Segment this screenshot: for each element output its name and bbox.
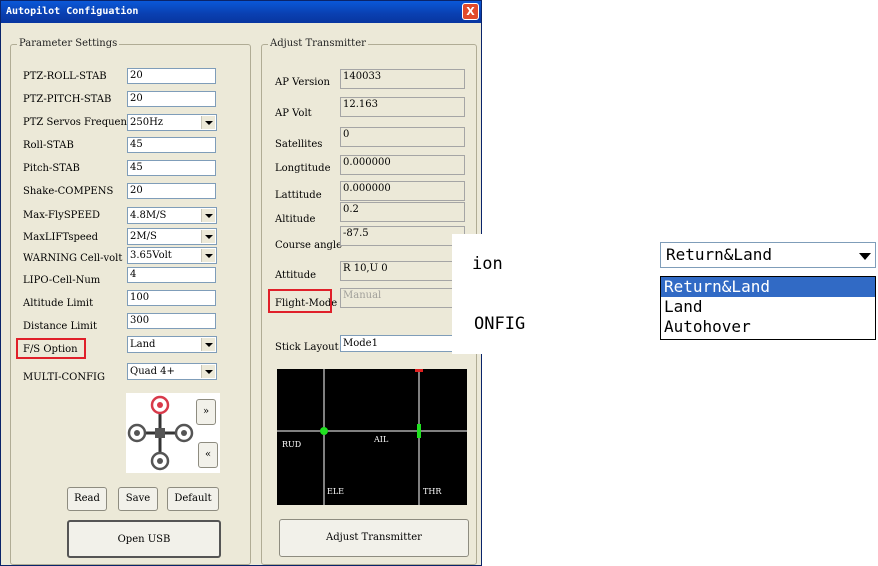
chevron-down-icon[interactable] [201, 365, 215, 378]
stick-crosshairs [277, 369, 467, 505]
autopilot-config-window: Autopilot Configuation X Parameter Setti… [0, 0, 482, 566]
stick-layout-value: Mode1 [343, 338, 378, 349]
left-stick-dot [320, 427, 328, 435]
chevron-down-icon[interactable] [201, 249, 215, 262]
label-longtitude: Longtitude [275, 163, 331, 174]
label-shake-compens: Shake-COMPENS [23, 186, 114, 197]
rud-label: RUD [282, 440, 302, 449]
open-usb-button[interactable]: Open USB [67, 520, 221, 558]
label-satellites: Satellites [275, 139, 323, 150]
label-maxliftspeed: MaxLIFTspeed [23, 232, 99, 243]
ptz-pitch-stab-input[interactable]: 20 [127, 91, 216, 107]
ap-volt-field: 12.163 [340, 97, 465, 117]
longtitude-field: 0.000000 [340, 155, 465, 175]
label-multi-config: MULTI-CONFIG [23, 372, 105, 383]
maxliftspeed-value: 2M/S [130, 231, 157, 242]
label-altitude-limit: Altitude Limit [23, 298, 94, 309]
lattitude-field: 0.000000 [340, 181, 465, 201]
label-max-flyspeed: Max-FlySPEED [23, 210, 101, 221]
next-config-button[interactable]: » [196, 399, 216, 425]
zoom-fs-option-list: Return&Land Land Autohover [660, 276, 876, 340]
label-stick-layout: Stick Layout [275, 342, 339, 353]
ail-label: AIL [374, 435, 389, 444]
roll-stab-input[interactable]: 45 [127, 137, 216, 153]
label-warning-cell-volt: WARNING Cell-volt [23, 253, 123, 264]
distance-limit-input[interactable]: 300 [127, 313, 216, 329]
label-distance-limit: Distance Limit [23, 321, 98, 332]
flight-mode-highlight [268, 289, 332, 313]
label-pitch-stab: Pitch-STAB [23, 163, 80, 174]
title-bar: Autopilot Configuation X [1, 1, 481, 23]
zoom-label-config-fragment: ONFIG [474, 314, 526, 334]
course-angle-field: -87.5 [340, 226, 465, 246]
maxliftspeed-select[interactable]: 2M/S [127, 228, 217, 245]
altitude-field: 0.2 [340, 202, 465, 222]
ptz-roll-stab-input[interactable]: 20 [127, 68, 216, 84]
label-lattitude: Lattitude [275, 190, 322, 201]
right-stick-marker [417, 424, 421, 438]
stick-layout-select[interactable]: Mode1 [340, 335, 468, 352]
window-title: Autopilot Configuation [6, 6, 139, 17]
chevron-down-icon[interactable] [201, 230, 215, 243]
option-return-land[interactable]: Return&Land [661, 277, 875, 297]
thr-label: THR [423, 487, 442, 496]
prev-config-button[interactable]: « [198, 442, 218, 468]
ap-version-field: 140033 [340, 69, 465, 89]
label-course-angle: Course angle [275, 240, 343, 251]
read-button[interactable]: Read [67, 487, 107, 511]
ptz-servos-frequency-value: 250Hz [130, 117, 164, 128]
chevron-down-icon[interactable] [201, 209, 215, 222]
option-autohover[interactable]: Autohover [661, 317, 875, 337]
zoom-fs-option-value: Return&Land [666, 245, 772, 264]
multi-config-select[interactable]: Quad 4+ [127, 363, 217, 380]
label-altitude: Altitude [275, 214, 316, 225]
label-attitude: Attitude [275, 270, 317, 281]
label-ptz-pitch-stab: PTZ-PITCH-STAB [23, 94, 112, 105]
label-roll-stab: Roll-STAB [23, 140, 74, 151]
satellites-field: 0 [340, 127, 465, 147]
default-button[interactable]: Default [167, 487, 219, 511]
label-ap-version: AP Version [275, 77, 330, 88]
fs-option-highlight [16, 338, 86, 359]
stick-display: RUD AIL ELE THR [277, 369, 467, 505]
chevron-down-icon[interactable] [201, 338, 215, 351]
pitch-stab-input[interactable]: 45 [127, 160, 216, 176]
label-ap-volt: AP Volt [275, 108, 312, 119]
parameter-settings-label: Parameter Settings [17, 38, 120, 49]
adjust-transmitter-label: Adjust Transmitter [268, 38, 368, 49]
zoomed-fs-option-inset: ion ONFIG Return&Land Return&Land Land A… [452, 234, 878, 354]
shake-compens-input[interactable]: 20 [127, 183, 216, 199]
label-lipo-cell-num: LIPO-Cell-Num [23, 275, 101, 286]
chevron-down-icon[interactable] [859, 253, 871, 260]
max-flyspeed-select[interactable]: 4.8M/S [127, 207, 217, 224]
label-ptz-servos-frequency: PTZ Servos Frequency [23, 117, 139, 128]
label-ptz-roll-stab: PTZ-ROLL-STAB [23, 71, 107, 82]
option-land[interactable]: Land [661, 297, 875, 317]
max-flyspeed-value: 4.8M/S [130, 210, 167, 221]
save-button[interactable]: Save [118, 487, 158, 511]
attitude-field: R 10,U 0 [340, 261, 465, 281]
chevron-down-icon[interactable] [201, 116, 215, 129]
ele-label: ELE [327, 487, 344, 496]
close-button[interactable]: X [462, 3, 479, 20]
zoom-label-option-fragment: ion [472, 254, 503, 274]
altitude-limit-input[interactable]: 100 [127, 290, 216, 306]
flight-mode-field: Manual [340, 288, 465, 308]
ptz-servos-frequency-select[interactable]: 250Hz [127, 114, 217, 131]
warning-cell-volt-value: 3.65Volt [130, 250, 172, 261]
adjust-transmitter-button[interactable]: Adjust Transmitter [279, 519, 469, 557]
zoom-fs-option-select[interactable]: Return&Land [660, 242, 876, 268]
multi-config-value: Quad 4+ [130, 366, 175, 377]
throttle-top-marker [415, 369, 423, 372]
lipo-cell-num-input[interactable]: 4 [127, 267, 216, 283]
fs-option-value: Land [130, 339, 156, 350]
fs-option-select[interactable]: Land [127, 336, 217, 353]
warning-cell-volt-select[interactable]: 3.65Volt [127, 247, 217, 264]
